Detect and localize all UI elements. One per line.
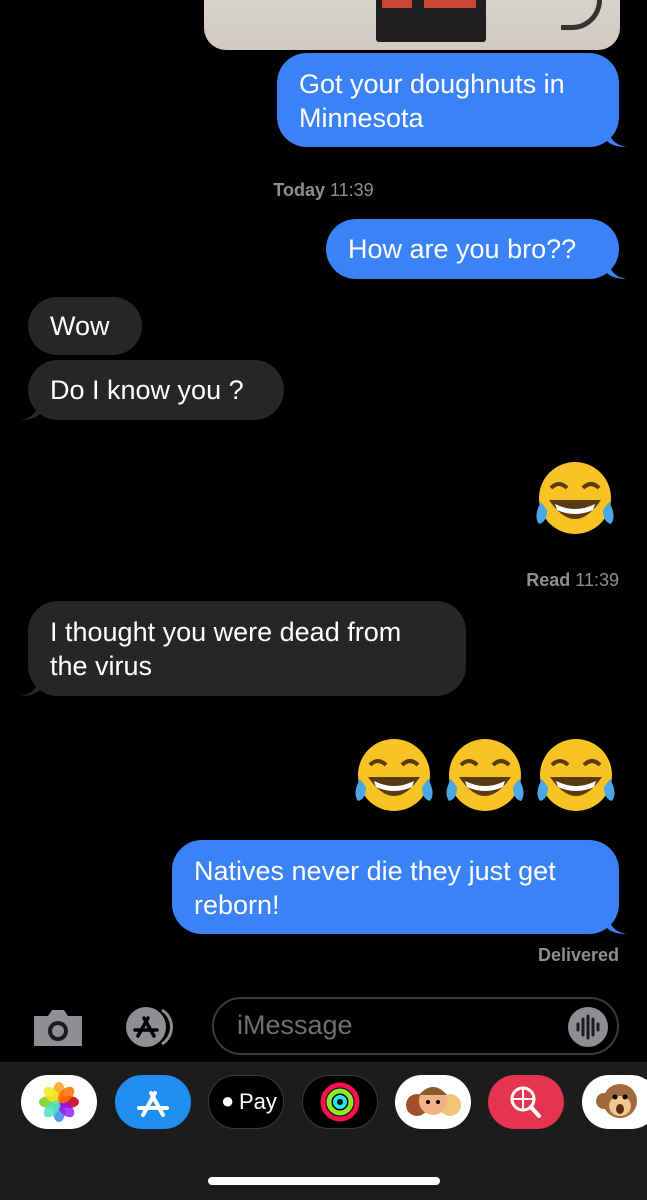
face-with-tears-of-joy-icon[interactable]: [533, 458, 617, 542]
sent-message[interactable]: Got your doughnuts in Minnesota: [277, 53, 627, 147]
read-receipt: Read 11:39: [526, 570, 619, 590]
photo-content: [376, 0, 486, 42]
message-placeholder: iMessage: [237, 1010, 353, 1040]
sent-message[interactable]: How are you bro??: [326, 219, 627, 279]
delivered-status: Delivered: [537, 945, 619, 965]
camera-icon[interactable]: [30, 1008, 86, 1048]
bubble-tail: [20, 674, 40, 696]
home-indicator[interactable]: [208, 1177, 440, 1185]
message-text: How are you bro??: [348, 234, 577, 264]
app-store-icon[interactable]: [122, 1004, 178, 1050]
bubble-tail: [20, 398, 40, 420]
bubble-tail: [607, 257, 627, 279]
memoji-icon[interactable]: [395, 1075, 471, 1129]
bubble-tail: [607, 125, 627, 147]
photo-attachment[interactable]: [204, 0, 620, 50]
monkey-animoji-icon[interactable]: [582, 1075, 647, 1129]
apple-pay-icon[interactable]: ● Pay: [208, 1075, 284, 1129]
face-with-tears-of-joy-icon: [446, 739, 524, 811]
web-search-icon[interactable]: [488, 1075, 564, 1129]
face-with-tears-of-joy-icon: [537, 739, 615, 811]
message-text: Wow: [50, 311, 110, 341]
message-text: I thought you were dead from the virus: [50, 617, 402, 681]
emoji-row[interactable]: [352, 735, 622, 825]
received-message[interactable]: I thought you were dead from the virus: [20, 601, 466, 696]
activity-rings-icon[interactable]: [302, 1075, 378, 1129]
received-message[interactable]: Wow: [28, 297, 142, 355]
received-message[interactable]: Do I know you ?: [20, 360, 284, 420]
photos-icon[interactable]: [21, 1075, 97, 1129]
face-with-tears-of-joy-icon: [355, 739, 433, 811]
message-text: Natives never die they just get reborn!: [194, 856, 556, 920]
audio-waveform-icon[interactable]: [566, 1005, 610, 1049]
timestamp: Today 11:39: [273, 180, 374, 200]
app-store-icon[interactable]: [115, 1075, 191, 1129]
message-text: Do I know you ?: [50, 375, 244, 405]
sent-message[interactable]: Natives never die they just get reborn!: [172, 840, 627, 934]
bubble-tail: [607, 912, 627, 934]
message-text: Got your doughnuts in Minnesota: [299, 69, 565, 133]
